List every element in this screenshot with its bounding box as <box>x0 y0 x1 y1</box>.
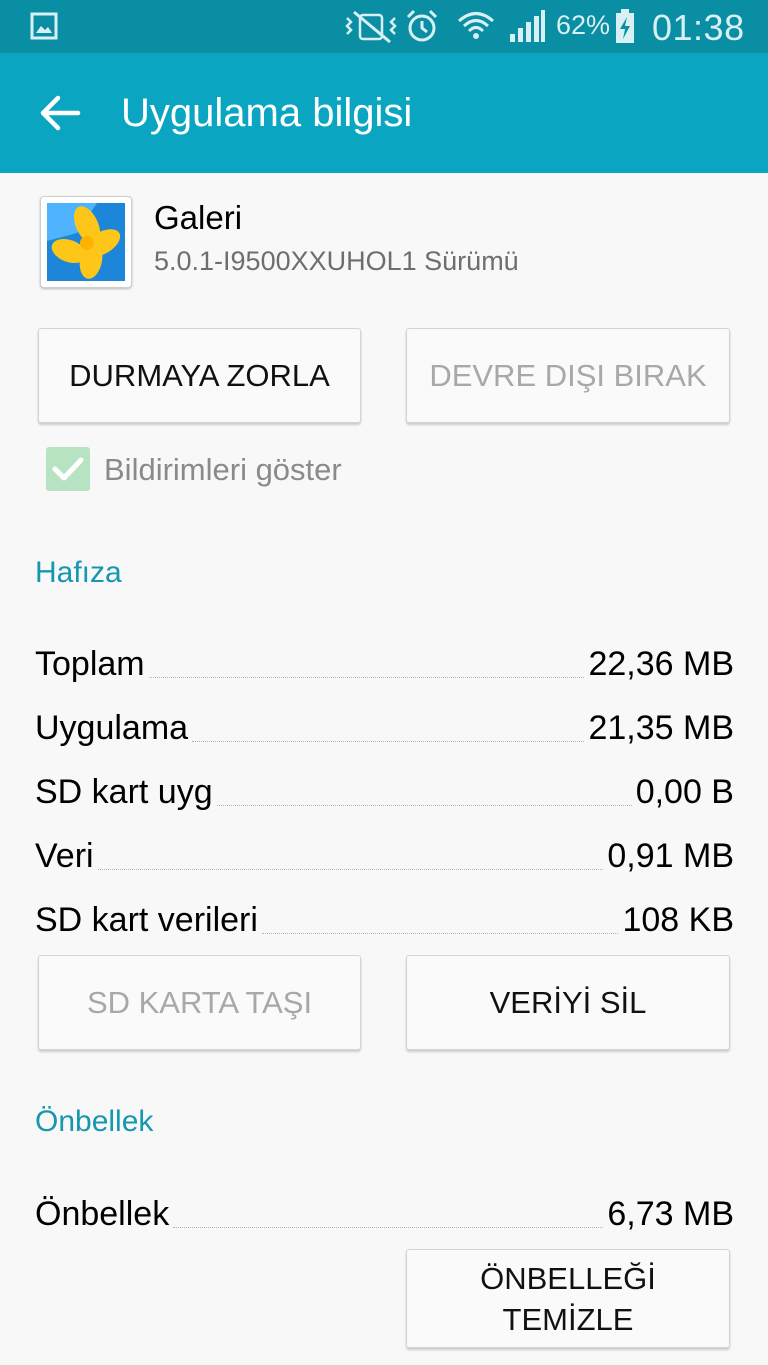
storage-row-label: SD kart uyg <box>35 773 213 811</box>
battery-charging-icon <box>616 9 634 43</box>
storage-row-label: Toplam <box>35 645 145 683</box>
clear-cache-button[interactable]: ÖNBELLEĞİ TEMİZLE <box>406 1249 730 1348</box>
gallery-app-icon <box>40 196 132 288</box>
clear-data-button[interactable]: VERİYİ SİL <box>406 955 730 1050</box>
page-title: Uygulama bilgisi <box>121 91 413 135</box>
storage-section-title: Hafıza <box>35 556 122 589</box>
storage-row-sd-app: SD kart uyg 0,00 B <box>35 768 734 812</box>
dotted-leader <box>173 1226 604 1228</box>
storage-row-value: 21,35 MB <box>588 709 734 747</box>
force-stop-button[interactable]: DURMAYA ZORLA <box>38 328 361 423</box>
wifi-icon <box>458 12 494 39</box>
storage-row-value: 0,00 B <box>635 773 734 811</box>
signal-icon <box>510 10 545 42</box>
alarm-icon <box>406 9 438 42</box>
storage-row-value: 22,36 MB <box>588 645 734 683</box>
dotted-leader <box>97 868 604 870</box>
storage-row-total: Toplam 22,36 MB <box>35 640 734 684</box>
move-to-sd-button[interactable]: SD KARTA TAŞI <box>38 955 361 1050</box>
dotted-leader <box>261 932 619 934</box>
storage-row-value: 0,91 MB <box>607 837 734 875</box>
dotted-leader <box>148 676 585 678</box>
app-version: 5.0.1-I9500XXUHOL1 Sürümü <box>154 246 519 276</box>
show-notifications-label: Bildirimleri göster <box>104 452 342 487</box>
storage-row-label: Veri <box>35 837 94 875</box>
battery-percent: 62% <box>556 10 611 40</box>
gallery-notification-icon <box>30 12 58 40</box>
clock: 01:38 <box>652 7 745 48</box>
clear-cache-label-line2: TEMİZLE <box>502 1301 634 1337</box>
storage-row-label: SD kart verileri <box>35 901 258 939</box>
storage-row-sd-data: SD kart verileri 108 KB <box>35 896 734 940</box>
arrow-left-icon[interactable] <box>38 93 82 133</box>
status-bar: 62% 01:38 <box>0 0 768 53</box>
dotted-leader <box>192 740 585 742</box>
cache-row: Önbellek 6,73 MB <box>35 1190 734 1234</box>
vibrate-mute-icon <box>345 10 397 44</box>
app-bar: Uygulama bilgisi <box>0 53 768 173</box>
storage-row-data: Veri 0,91 MB <box>35 832 734 876</box>
storage-row-label: Uygulama <box>35 709 189 747</box>
cache-row-label: Önbellek <box>35 1195 170 1233</box>
clear-cache-label-line1: ÖNBELLEĞİ <box>480 1260 656 1296</box>
dotted-leader <box>216 804 632 806</box>
app-name: Galeri <box>154 199 243 236</box>
show-notifications-checkbox[interactable] <box>46 447 90 491</box>
storage-row-app: Uygulama 21,35 MB <box>35 704 734 748</box>
storage-row-value: 108 KB <box>622 901 734 939</box>
checkmark-icon <box>52 457 84 481</box>
cache-row-value: 6,73 MB <box>607 1195 734 1233</box>
disable-button[interactable]: DEVRE DIŞI BIRAK <box>406 328 730 423</box>
cache-section-title: Önbellek <box>35 1105 154 1138</box>
